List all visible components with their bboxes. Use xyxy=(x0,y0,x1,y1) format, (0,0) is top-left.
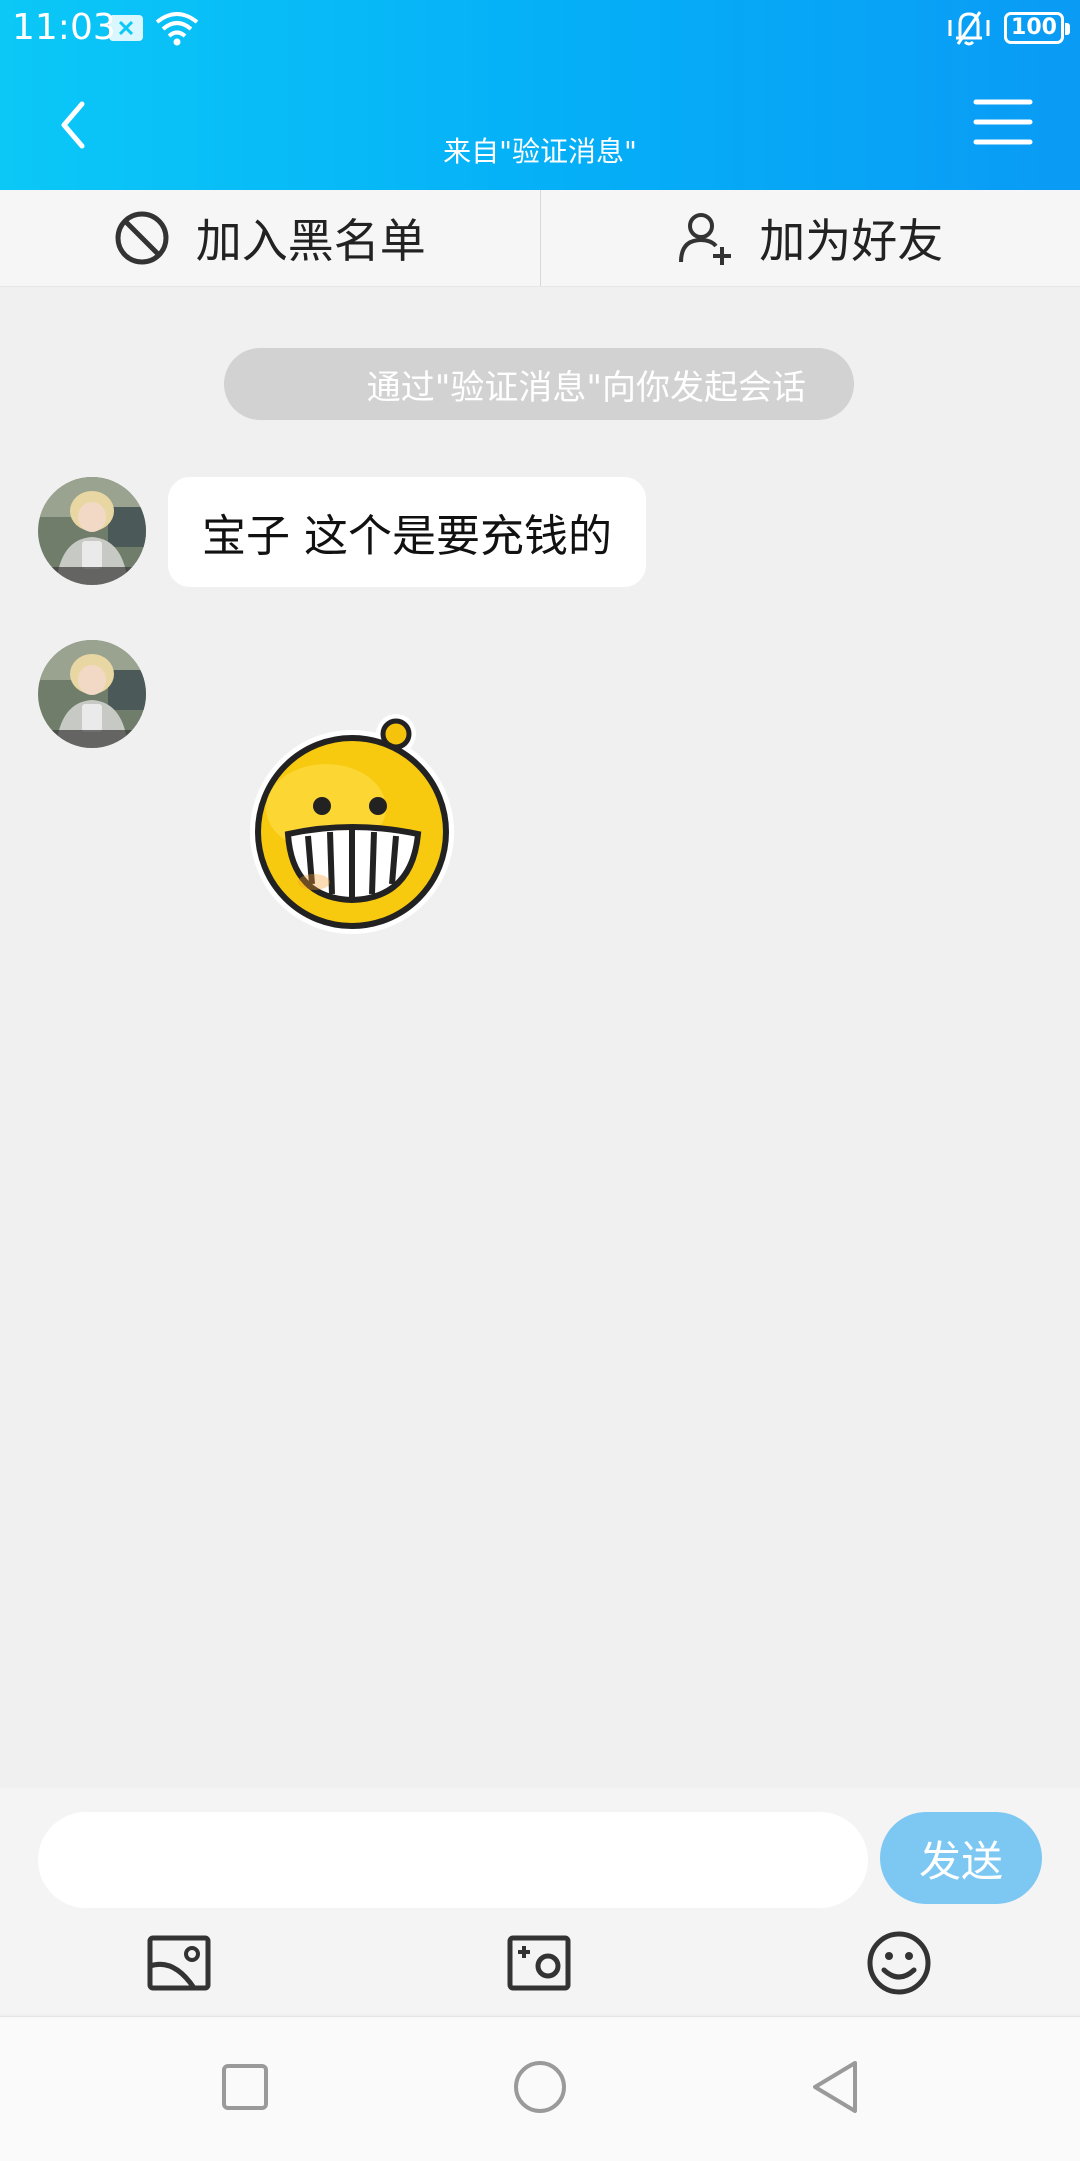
composer: 发送 xyxy=(0,1788,1080,2014)
sender-avatar[interactable] xyxy=(38,640,146,748)
sender-avatar[interactable] xyxy=(38,477,146,585)
send-button[interactable]: 发送 xyxy=(880,1812,1042,1904)
system-notice-text: 通过"验证消息"向你发起会话 xyxy=(367,360,806,409)
system-notice: 通过"验证消息"向你发起会话 xyxy=(224,348,854,420)
add-friend-button[interactable]: 加为好友 xyxy=(541,190,1080,286)
avatar-photo xyxy=(38,640,146,748)
block-icon xyxy=(114,210,170,266)
message-bubble[interactable]: 宝子 这个是要充钱的 xyxy=(168,477,646,587)
system-navigation-bar xyxy=(0,2016,1080,2161)
send-label: 发送 xyxy=(919,1828,1003,1889)
recents-square-icon[interactable] xyxy=(215,2057,275,2117)
battery-level: 100 xyxy=(1011,15,1057,40)
vibrate-icon xyxy=(946,8,992,48)
action-bar: 加入黑名单 加为好友 xyxy=(0,190,1080,287)
back-chevron-icon[interactable] xyxy=(40,90,110,160)
add-to-blacklist-label: 加入黑名单 xyxy=(196,205,426,271)
message-input[interactable] xyxy=(38,1812,868,1908)
image-icon[interactable] xyxy=(144,1928,214,1998)
status-time: 11:03 xyxy=(12,6,116,50)
add-to-blacklist-button[interactable]: 加入黑名单 xyxy=(0,190,541,286)
add-user-icon xyxy=(677,210,733,266)
home-circle-icon[interactable] xyxy=(510,2057,570,2117)
avatar-photo xyxy=(38,477,146,585)
title-bar: 11:03 100 来自"验证消息" xyxy=(0,0,1080,190)
sim-card-no-service-icon xyxy=(108,14,144,42)
emoji-icon[interactable] xyxy=(864,1928,934,1998)
menu-icon[interactable] xyxy=(970,92,1036,152)
wifi-icon xyxy=(154,10,200,46)
page-subtitle: 来自"验证消息" xyxy=(340,134,740,170)
message-text: 宝子 这个是要充钱的 xyxy=(202,500,612,564)
battery-icon: 100 xyxy=(1004,12,1064,44)
back-triangle-icon[interactable] xyxy=(805,2057,865,2117)
camera-icon[interactable] xyxy=(504,1928,574,1998)
add-friend-label: 加为好友 xyxy=(759,205,943,271)
grinning-face-sticker[interactable] xyxy=(246,708,458,934)
